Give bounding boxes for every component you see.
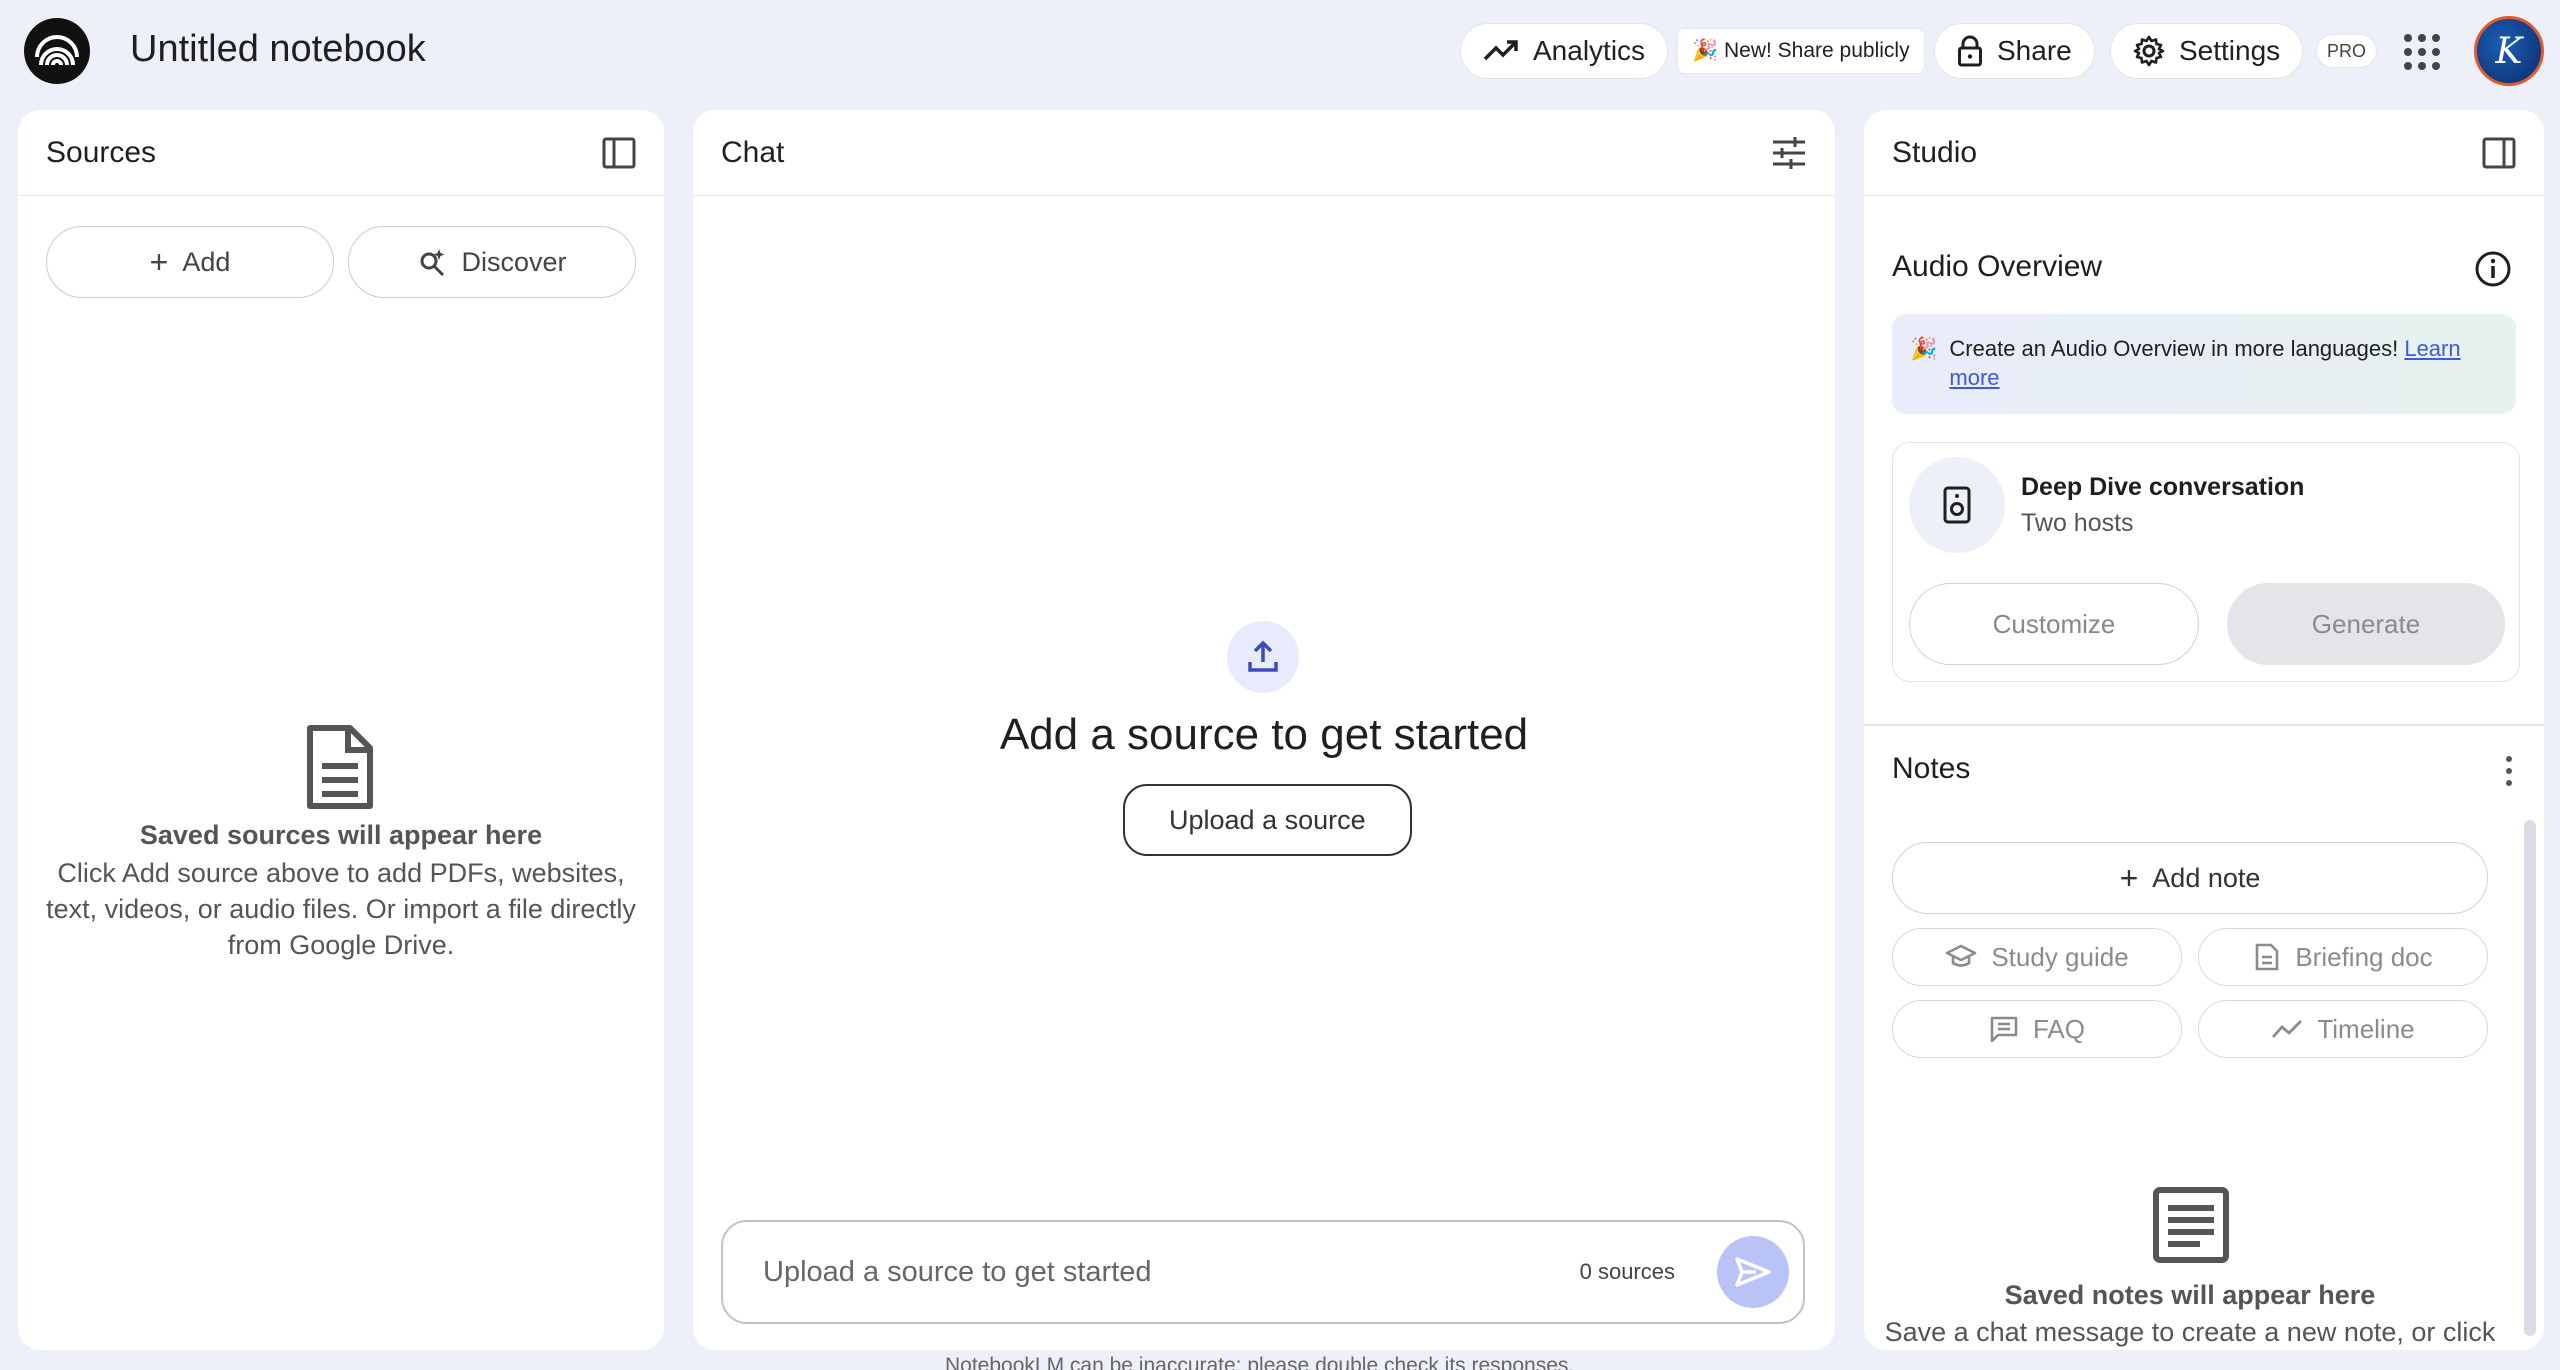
trending-up-icon (1483, 40, 1518, 61)
studio-scrollbar[interactable] (2524, 820, 2536, 1336)
chat-input[interactable] (763, 1255, 1580, 1289)
disclaimer-text: NotebookLM can be inaccurate; please dou… (945, 1354, 1575, 1370)
banner-text: Create an Audio Overview in more languag… (1949, 336, 2405, 361)
notebooklm-logo-icon (35, 35, 79, 66)
faq-label: FAQ (2032, 1013, 2085, 1044)
sources-empty-line2: text, videos, or audio files. Or import … (46, 894, 636, 924)
study-guide-button[interactable]: Study guide (1892, 928, 2182, 986)
pro-badge: PRO (2316, 34, 2378, 68)
analytics-label: Analytics (1533, 35, 1646, 66)
settings-label: Settings (2179, 35, 2281, 66)
add-source-button[interactable]: + Add (46, 226, 334, 298)
chat-empty-heading: Add a source to get started (999, 710, 1529, 759)
add-note-label: Add note (2152, 862, 2261, 893)
chat-input-box: 0 sources (721, 1220, 1805, 1324)
briefing-doc-button[interactable]: Briefing doc (2198, 928, 2488, 986)
notes-empty-text: Save a chat message to create a new note… (1884, 1317, 2496, 1347)
study-guide-label: Study guide (1991, 941, 2129, 972)
customize-button[interactable]: Customize (1909, 583, 2199, 665)
sources-empty-state: Saved sources will appear here Click Add… (18, 820, 664, 963)
notebooklm-logo[interactable] (24, 18, 90, 84)
analytics-button[interactable]: Analytics (1460, 23, 1669, 79)
speaker-icon (1909, 457, 2005, 553)
share-publicly-button[interactable]: 🎉 New! Share publicly (1677, 28, 1925, 74)
info-icon[interactable] (2474, 250, 2512, 293)
deep-dive-title: Deep Dive conversation (2021, 473, 2305, 501)
collapse-panel-icon[interactable] (602, 137, 636, 169)
studio-panel: Studio Audio Overview 🎉 Create an Audio … (1864, 110, 2544, 1350)
account-avatar[interactable]: K (2474, 16, 2544, 86)
studio-title: Studio (1892, 135, 1978, 169)
party-icon: 🎉 (1910, 336, 1938, 361)
audio-languages-banner: 🎉 Create an Audio Overview in more langu… (1892, 314, 2516, 414)
chat-title: Chat (721, 135, 785, 169)
collapse-studio-icon[interactable] (2482, 137, 2516, 169)
send-icon (1735, 1257, 1771, 1287)
search-sparkle-icon (420, 249, 445, 277)
more-options-icon[interactable] (2504, 754, 2514, 793)
tune-icon[interactable] (1771, 136, 1807, 170)
notes-empty-title: Saved notes will appear here (2004, 1280, 2376, 1310)
sources-panel: Sources + Add Discover Saved sources wil… (18, 110, 664, 1350)
gear-icon (2133, 35, 2165, 67)
lock-icon (1958, 35, 1982, 67)
briefing-doc-icon (2256, 943, 2279, 971)
studio-divider (1864, 724, 2544, 726)
sources-empty-line3: from Google Drive. (227, 930, 455, 960)
discover-label: Discover (461, 246, 567, 277)
timeline-icon (2272, 1020, 2303, 1038)
plus-icon: + (149, 243, 169, 280)
plus-icon: + (2119, 859, 2139, 896)
send-button[interactable] (1717, 1236, 1789, 1308)
chat-panel: Chat Add a source to get started Upload … (693, 110, 1835, 1350)
upload-source-button[interactable]: Upload a source (1123, 784, 1412, 856)
upload-icon (1227, 621, 1299, 693)
notes-empty-state: Saved notes will appear here Save a chat… (1864, 1280, 2516, 1348)
faq-chat-icon (1990, 1016, 2018, 1043)
sources-title: Sources (46, 135, 157, 169)
chat-header: Chat (693, 110, 1835, 196)
audio-overview-title: Audio Overview (1892, 250, 2103, 283)
discover-button[interactable]: Discover (348, 226, 636, 298)
banner-text-wrap: Create an Audio Overview in more languag… (1949, 334, 2498, 392)
apps-grid-icon[interactable] (2404, 34, 2440, 70)
studio-header: Studio (1864, 110, 2544, 196)
settings-button[interactable]: Settings (2110, 23, 2304, 79)
notebook-title[interactable]: Untitled notebook (130, 28, 426, 71)
briefing-doc-label: Briefing doc (2295, 941, 2433, 972)
source-count: 0 sources (1579, 1259, 1675, 1284)
document-icon (304, 724, 376, 815)
generate-button[interactable]: Generate (2227, 583, 2505, 665)
sources-empty-title: Saved sources will appear here (139, 820, 543, 850)
sources-empty-line1: Click Add source above to add PDFs, webs… (57, 858, 625, 888)
add-source-label: Add (182, 246, 231, 277)
timeline-label: Timeline (2317, 1013, 2415, 1044)
timeline-button[interactable]: Timeline (2198, 1000, 2488, 1058)
sources-header: Sources (18, 110, 664, 196)
notes-title: Notes (1892, 752, 1971, 785)
share-label: Share (1997, 35, 2072, 66)
deep-dive-subtitle: Two hosts (2021, 509, 2134, 537)
deep-dive-card: Deep Dive conversation Two hosts Customi… (1892, 442, 2520, 682)
faq-button[interactable]: FAQ (1892, 1000, 2182, 1058)
notes-document-icon (2152, 1186, 2230, 1269)
share-button[interactable]: Share (1934, 23, 2095, 79)
graduation-cap-icon (1946, 944, 1977, 967)
add-note-button[interactable]: + Add note (1892, 842, 2488, 914)
